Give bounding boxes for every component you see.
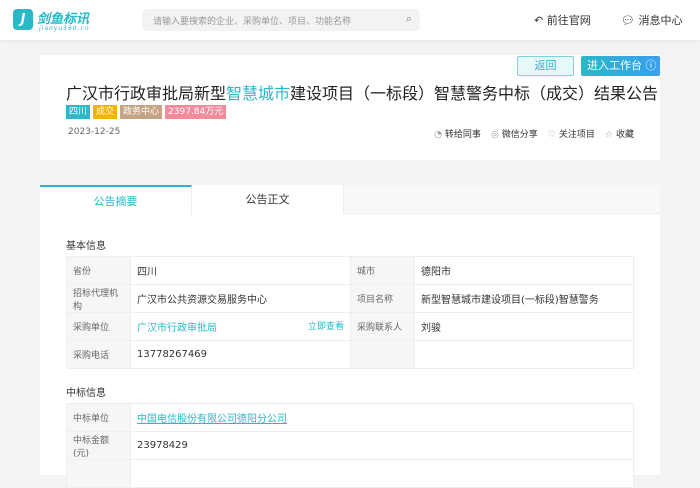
buyer-label: 采购单位 [66,312,131,341]
logo-subtext: jianyu360.cn [39,25,90,32]
contact-value: 刘骏 [414,312,634,341]
tab-bar: 公告摘要 公告正文 [40,185,660,215]
tag-industry: 政务中心 [120,105,163,119]
help-icon: ⓘ [645,59,657,72]
star-icon: ☆ [604,130,613,140]
project-value: 新型智慧城市建设项目(一标段)智慧警务 [414,284,634,313]
buyer-link[interactable]: 广汉市行政审批局 [137,323,217,334]
content-card: 公告摘要 公告正文 基本信息 省份 四川 城市 德阳市 招标代理机构 广汉市公共… [40,185,660,488]
phone-label: 采购电话 [66,340,131,369]
wechat-share-button[interactable]: ◎ 微信分享 [491,127,538,140]
forward-label: 转给同事 [444,130,481,140]
table-row: 中标金额(元) 23978429 [66,431,634,460]
tag-list: 四川 成交 政务中心 2397.84万元 [66,105,227,119]
notice-header-card: 返回 进入工作台 ⓘ 广汉市行政审批局新型智慧城市建设项目（一标段）智慧警务中标… [40,55,660,160]
table-row: 采购电话 13778267469 [66,340,634,369]
wechat-label: 微信分享 [501,130,538,140]
follow-label: 关注项目 [558,130,595,140]
winner-unit-label: 中标单位 [66,403,131,432]
forward-button[interactable]: ◔ 转给同事 [434,127,481,140]
tag-status: 成交 [93,105,118,119]
favorite-label: 收藏 [615,130,634,140]
tab-fulltext[interactable]: 公告正文 [192,185,344,214]
messages-link[interactable]: 💬︎ 消息中心 [621,12,682,28]
winner-unit-link[interactable]: 中国电信股份有限公司德阳分公司 [137,414,287,425]
tag-province: 四川 [66,105,91,119]
publish-date: 2023-12-25 [68,127,121,137]
action-bar: ◔ 转给同事 ◎ 微信分享 ♡ 关注项目 ☆ 收藏 [434,127,634,140]
empty-value [414,340,634,369]
title-part: 建设项目（一标段）智慧警务中标（成交）结果公告 [290,84,659,103]
search-icon[interactable]: ⌕ [406,12,412,26]
title-highlight: 智慧城市 [226,84,291,103]
table-row: 省份 四川 城市 德阳市 [66,256,634,285]
workbench-button[interactable]: 进入工作台 ⓘ [581,56,660,76]
winner-unit-cell: 中国电信股份有限公司德阳分公司 [130,403,634,432]
wechat-icon: ◎ [490,130,499,140]
city-value: 德阳市 [414,256,634,285]
agency-label: 招标代理机构 [66,284,131,313]
message-icon: 💬︎ [621,14,639,27]
phone-value: 13778267469 [130,340,351,369]
follow-button[interactable]: ♡ 关注项目 [548,127,595,140]
back-button[interactable]: 返回 [517,56,574,76]
winner-amount-value: 23978429 [130,431,634,460]
table-row: 中标单位 中国电信股份有限公司德阳分公司 [66,403,634,432]
title-part: 广汉市行政审批局新型 [66,84,227,103]
view-now-link[interactable]: 立即查看 [308,319,344,332]
workbench-label: 进入工作台 [587,59,642,72]
winner-info-heading: 中标信息 [66,388,106,399]
winner-info-table: 中标单位 中国电信股份有限公司德阳分公司 中标金额(元) 23978429 [66,403,634,488]
logo-icon[interactable]: J [13,9,33,30]
go-official-label: 前往官网 [546,14,591,27]
province-value: 四川 [130,256,351,285]
forward-icon: ◔ [434,130,442,140]
tab-summary[interactable]: 公告摘要 [40,185,192,215]
agency-value: 广汉市公共资源交易服务中心 [130,284,351,313]
project-label: 项目名称 [350,284,415,313]
basic-info-table: 省份 四川 城市 德阳市 招标代理机构 广汉市公共资源交易服务中心 项目名称 新… [66,256,634,369]
heart-icon: ♡ [547,130,556,140]
province-label: 省份 [66,256,131,285]
table-row [66,459,634,488]
page-title: 广汉市行政审批局新型智慧城市建设项目（一标段）智慧警务中标（成交）结果公告 [66,80,658,104]
empty-value [130,459,634,488]
messages-label: 消息中心 [638,14,683,27]
winner-amount-label: 中标金额(元) [66,431,131,460]
basic-info-heading: 基本信息 [66,241,106,252]
contact-label: 采购联系人 [350,312,415,341]
city-label: 城市 [350,256,415,285]
go-official-link[interactable]: ↶ 前往官网 [534,12,591,28]
empty-label [350,340,415,369]
table-row: 招标代理机构 广汉市公共资源交易服务中心 项目名称 新型智慧城市建设项目(一标段… [66,284,634,313]
favorite-button[interactable]: ☆ 收藏 [605,127,634,140]
search-placeholder: 请输入要搜索的企业、采购单位、项目、功能名称 [153,17,352,27]
top-header: J 剑鱼标讯 jianyu360.cn 请输入要搜索的企业、采购单位、项目、功能… [0,0,700,40]
table-row: 采购单位 广汉市行政审批局 立即查看 采购联系人 刘骏 [66,312,634,341]
search-input[interactable]: 请输入要搜索的企业、采购单位、项目、功能名称 ⌕ [142,9,420,31]
tag-amount: 2397.84万元 [165,105,227,119]
back-arrow-icon: ↶ [534,14,547,27]
buyer-cell: 广汉市行政审批局 立即查看 [130,312,351,341]
empty-label [66,459,131,488]
